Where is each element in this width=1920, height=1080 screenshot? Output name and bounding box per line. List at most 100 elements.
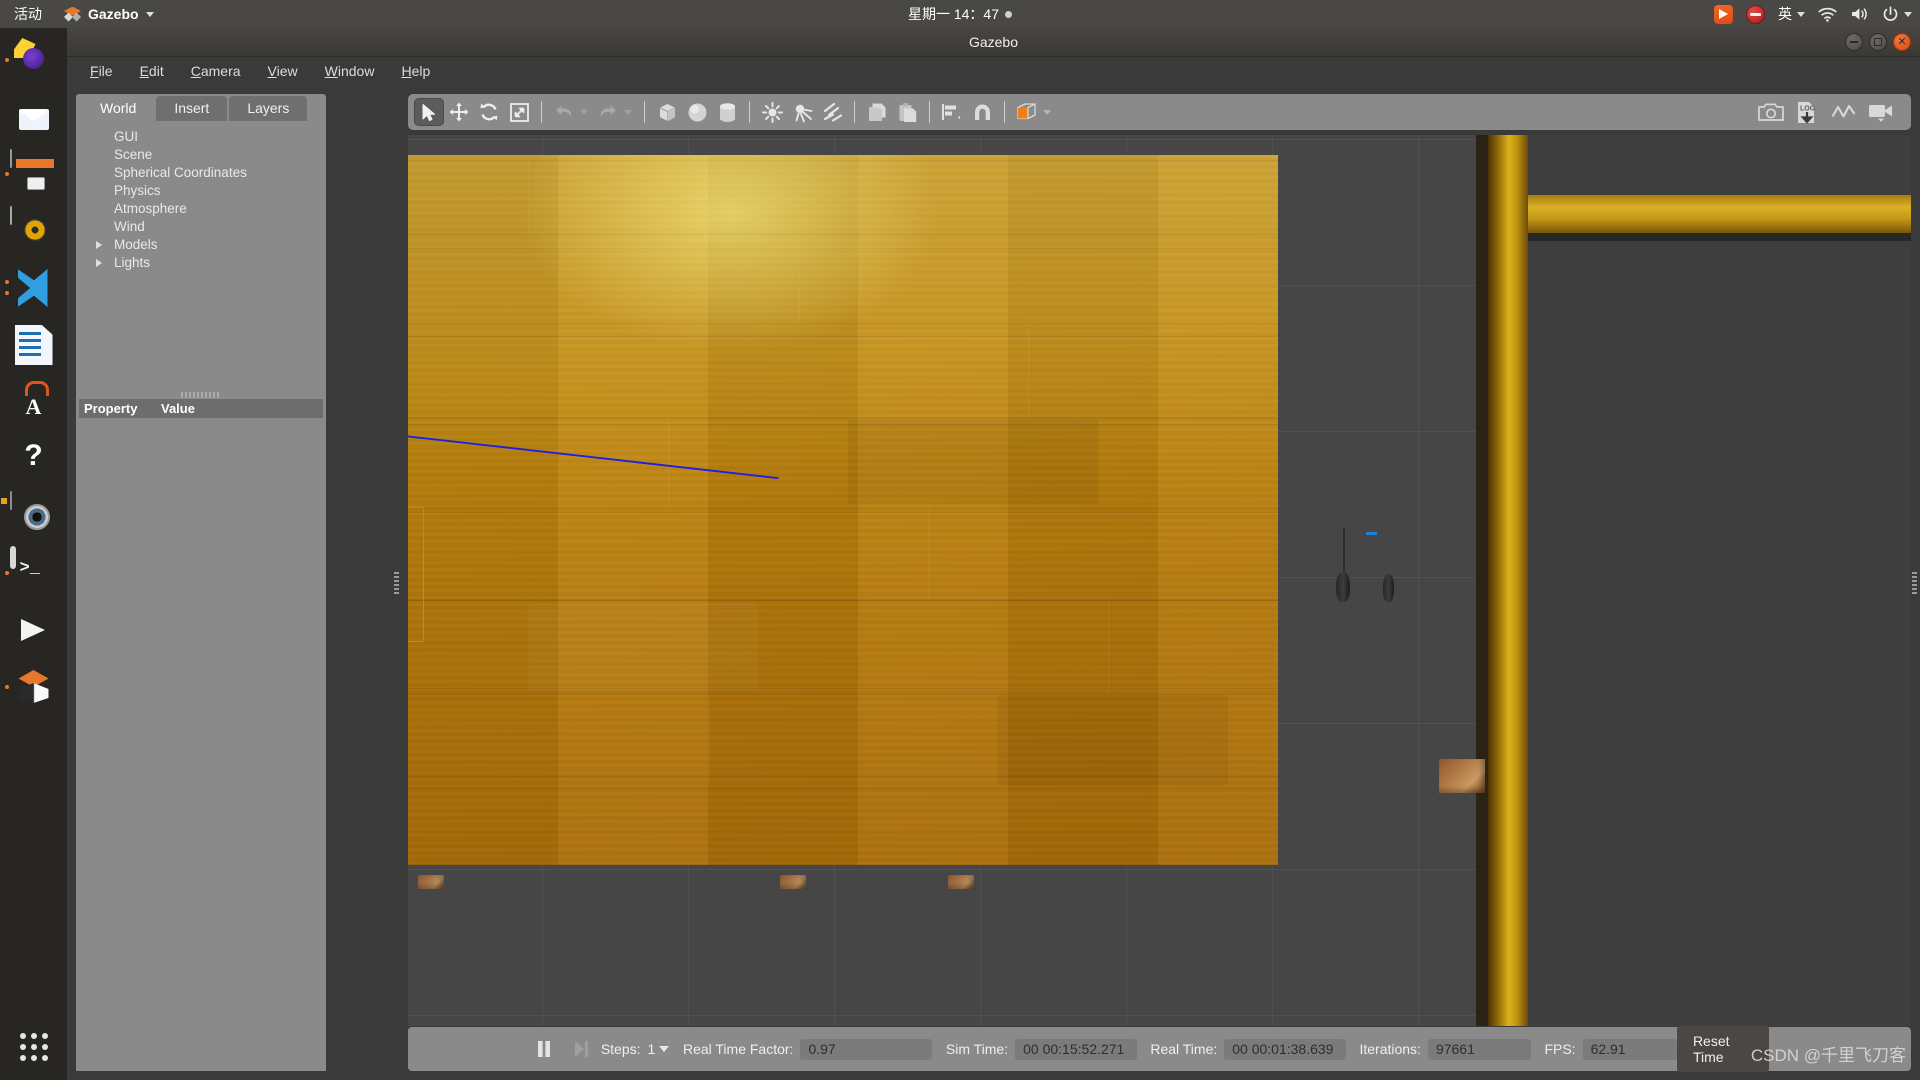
paste-button[interactable]	[892, 98, 922, 126]
insert-sphere-button[interactable]	[682, 98, 712, 126]
undo-history-chevron-down-icon[interactable]	[580, 109, 588, 115]
world-panel: World Insert Layers GUI Scene Spherical …	[76, 94, 326, 1071]
tree-item-spherical-coordinates[interactable]: Spherical Coordinates	[96, 163, 326, 181]
sim-time-label: Sim Time:	[945, 1041, 1009, 1057]
tree-item-wind[interactable]: Wind	[96, 217, 326, 235]
insert-box-button[interactable]	[652, 98, 682, 126]
plotting-button[interactable]	[1831, 103, 1856, 122]
camera-icon	[9, 491, 12, 510]
tree-item-label: Models	[114, 236, 158, 252]
tree-item-atmosphere[interactable]: Atmosphere	[96, 199, 326, 217]
fps-label: FPS:	[1544, 1041, 1576, 1057]
screenshot-button[interactable]	[1758, 102, 1784, 123]
dock-item-libreoffice-writer[interactable]	[10, 321, 58, 369]
tree-item-models[interactable]: Models	[96, 235, 326, 253]
input-method-indicator[interactable]: 英	[1778, 4, 1805, 24]
3d-viewport[interactable]	[408, 135, 1911, 1026]
dock-item-files[interactable]	[4, 149, 58, 198]
panel-resize-grip[interactable]	[181, 392, 221, 398]
tree-item-lights[interactable]: Lights	[96, 253, 326, 271]
stop-circle-icon[interactable]	[1746, 4, 1765, 24]
menu-camera[interactable]: Camera	[180, 59, 252, 83]
tab-world[interactable]: World	[82, 96, 155, 121]
menu-view[interactable]: View	[257, 59, 309, 83]
toolbar-separator	[541, 101, 542, 123]
translate-mode-button[interactable]	[444, 98, 474, 126]
tab-layers[interactable]: Layers	[229, 96, 308, 121]
terminal-icon	[9, 546, 16, 569]
dock-item-ubuntu-software[interactable]	[10, 378, 58, 426]
dock-item-firefox[interactable]	[4, 36, 58, 84]
tree-item-scene[interactable]: Scene	[96, 145, 326, 163]
menu-help[interactable]: Help	[390, 59, 441, 83]
dock-item-cheese[interactable]	[9, 491, 58, 540]
real-time-factor-label: Real Time Factor:	[682, 1041, 794, 1057]
tree-item-label: Wind	[114, 218, 145, 234]
media-play-icon[interactable]	[1714, 4, 1733, 24]
menu-edit[interactable]: Edit	[129, 59, 175, 83]
app-menu-button[interactable]: Gazebo	[56, 6, 162, 23]
column-header-property[interactable]: Property	[79, 401, 161, 416]
iterations-value: 97661	[1427, 1038, 1531, 1060]
activities-button[interactable]: 活动	[0, 0, 56, 28]
select-mode-button[interactable]	[414, 98, 444, 126]
dock-item-media-app[interactable]	[10, 606, 58, 654]
chevron-right-icon[interactable]	[96, 237, 108, 252]
window-title: Gazebo	[968, 34, 1019, 50]
redo-history-chevron-down-icon[interactable]	[624, 109, 632, 115]
tree-item-label: Spherical Coordinates	[114, 164, 247, 180]
minimize-icon[interactable]	[1845, 33, 1863, 51]
dock-item-gazebo[interactable]	[4, 663, 58, 711]
insert-point-light-button[interactable]	[757, 98, 787, 126]
real-time-value: 00 00:01:38.639	[1224, 1038, 1346, 1060]
power-menu-button[interactable]	[1882, 5, 1912, 23]
menu-window[interactable]: Window	[314, 59, 386, 83]
tab-insert[interactable]: Insert	[156, 96, 228, 121]
window-titlebar[interactable]: Gazebo ✕	[67, 28, 1920, 57]
undo-button[interactable]	[549, 98, 579, 126]
insert-spot-light-button[interactable]	[787, 98, 817, 126]
view-angle-chevron-down-icon[interactable]	[1043, 109, 1051, 115]
dock-item-help[interactable]	[10, 435, 58, 483]
tree-item-gui[interactable]: GUI	[96, 127, 326, 145]
pause-button[interactable]	[531, 1034, 557, 1064]
menu-file[interactable]: File	[79, 59, 124, 83]
rotate-mode-button[interactable]	[474, 98, 504, 126]
dock-item-terminal[interactable]	[4, 546, 58, 597]
column-header-value[interactable]: Value	[161, 401, 195, 416]
scale-mode-button[interactable]	[504, 98, 534, 126]
align-button[interactable]	[937, 98, 967, 126]
insert-directional-light-button[interactable]	[817, 98, 847, 126]
snap-button[interactable]	[967, 98, 997, 126]
right-splitter-handle[interactable]	[1912, 571, 1917, 594]
tree-item-physics[interactable]: Physics	[96, 181, 326, 199]
ubuntu-top-bar: 活动 Gazebo 星期一 14：47 英	[0, 0, 1920, 28]
redo-button[interactable]	[593, 98, 623, 126]
dock-item-thunderbird[interactable]	[10, 93, 58, 141]
steps-chevron-down-icon[interactable]	[659, 1046, 670, 1052]
dock-item-rhythmbox[interactable]	[9, 206, 58, 255]
property-table-body[interactable]	[76, 418, 326, 1071]
show-applications-icon[interactable]	[0, 1020, 67, 1074]
capture-toolbar: LOG	[1758, 101, 1905, 124]
dock-item-vscode[interactable]	[4, 264, 58, 312]
chevron-right-icon[interactable]	[96, 255, 108, 270]
log-download-button[interactable]: LOG	[1796, 101, 1819, 124]
step-forward-button[interactable]	[568, 1034, 594, 1064]
close-icon[interactable]: ✕	[1893, 33, 1911, 51]
speaker-icon[interactable]	[1850, 6, 1869, 22]
app-menu-label: Gazebo	[88, 6, 139, 22]
ubuntu-dock	[0, 28, 67, 1080]
running-indicator-icon	[4, 685, 9, 689]
copy-button[interactable]	[862, 98, 892, 126]
simulation-status-bar: Steps: 1 Real Time Factor: 0.97 Sim Time…	[408, 1026, 1911, 1072]
maximize-icon[interactable]	[1869, 33, 1887, 51]
wifi-icon[interactable]	[1818, 7, 1837, 22]
clock-area[interactable]: 星期一 14：47	[0, 0, 1920, 28]
video-record-button[interactable]	[1868, 102, 1895, 123]
fps-value: 62.91	[1582, 1038, 1677, 1060]
insert-cylinder-button[interactable]	[712, 98, 742, 126]
steps-label: Steps:	[600, 1041, 641, 1057]
change-view-angle-button[interactable]	[1012, 98, 1042, 126]
panel-splitter-handle[interactable]	[394, 571, 399, 594]
